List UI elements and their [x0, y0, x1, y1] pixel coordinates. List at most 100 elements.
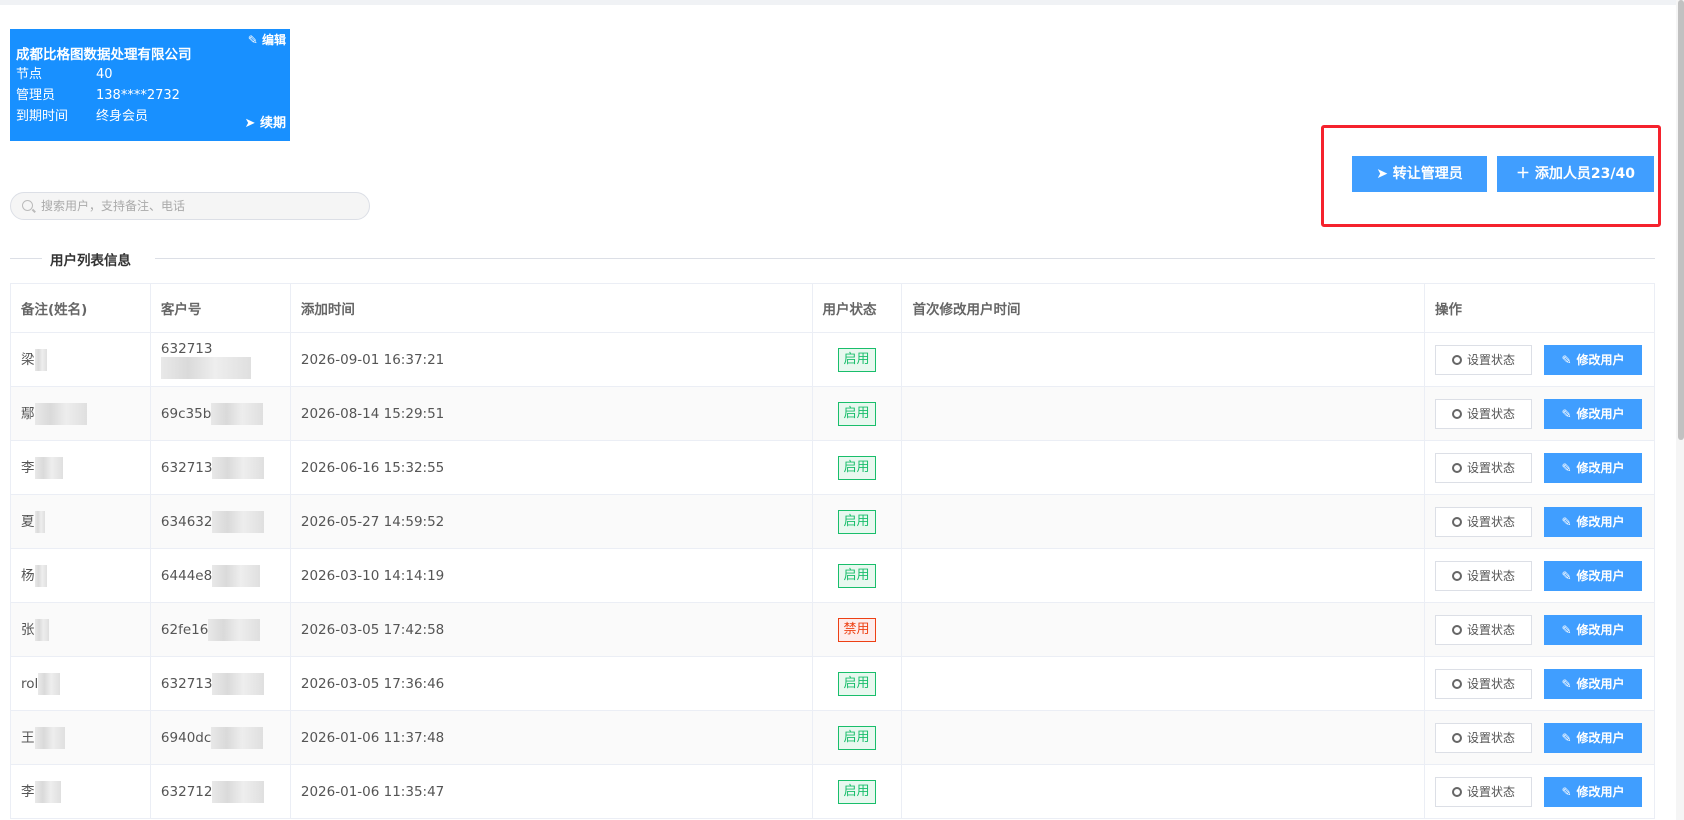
status-badge: 启用 [837, 455, 876, 480]
top-bar [0, 0, 1684, 5]
name-text: rol [21, 675, 39, 692]
cell-customer: 632713 [149, 440, 291, 495]
set-status-label: 设置状态 [1467, 730, 1516, 745]
cell-added-time: 2026-03-05 17:42:58 [289, 602, 813, 657]
cell-status: 启用 [811, 494, 903, 549]
edit-user-button[interactable]: ✎ 修改用户 [1544, 560, 1643, 591]
add-member-label: 添加人员23/40 [1534, 166, 1635, 182]
header-customer: 客户号 [149, 283, 291, 333]
redaction-mask [34, 565, 47, 587]
cell-status: 启用 [811, 386, 903, 441]
cell-actions: 设置状态 ✎ 修改用户 [1424, 332, 1655, 387]
expire-value: 终身会员 [96, 109, 149, 124]
name-text: 李 [21, 784, 35, 800]
cell-actions: 设置状态 ✎ 修改用户 [1424, 710, 1655, 765]
expire-row: 到期时间 终身会员 [16, 107, 148, 127]
cell-first-modified [901, 494, 1426, 549]
set-status-label: 设置状态 [1467, 514, 1516, 529]
cell-name: 夏 [10, 494, 151, 549]
search-icon [22, 200, 33, 211]
cell-status: 启用 [811, 764, 903, 819]
set-status-button[interactable]: 设置状态 [1435, 614, 1533, 645]
admin-row: 管理员 138****2732 [16, 86, 180, 106]
redaction-mask [211, 726, 264, 749]
cell-customer: 632712 [149, 764, 291, 819]
cell-customer: 69c35b [149, 386, 291, 441]
set-status-button[interactable]: 设置状态 [1435, 776, 1533, 807]
pencil-icon: ✎ [1561, 676, 1572, 691]
redaction-mask [38, 672, 61, 695]
gear-icon [1452, 786, 1463, 797]
cell-actions: 设置状态 ✎ 修改用户 [1424, 602, 1655, 657]
redaction-mask [160, 356, 251, 379]
customer-text: 62fe16 [160, 621, 209, 638]
redaction-mask [212, 456, 265, 479]
cell-first-modified [901, 710, 1426, 765]
search-input[interactable]: 搜索用户，支持备注、电话 [10, 192, 370, 220]
cell-actions: 设置状态 ✎ 修改用户 [1424, 656, 1655, 711]
edit-user-button[interactable]: ✎ 修改用户 [1544, 452, 1643, 483]
set-status-button[interactable]: 设置状态 [1435, 668, 1533, 699]
pencil-icon: ✎ [1561, 460, 1572, 475]
pencil-icon: ✎ [1561, 784, 1572, 799]
cell-name: 杨 [10, 548, 151, 603]
cell-name: 李 [10, 764, 151, 819]
set-status-label: 设置状态 [1467, 568, 1516, 583]
pencil-icon: ✎ [247, 33, 258, 47]
set-status-button[interactable]: 设置状态 [1435, 398, 1533, 429]
gear-icon [1452, 408, 1463, 419]
section-divider-left [10, 258, 42, 259]
edit-user-button[interactable]: ✎ 修改用户 [1544, 776, 1643, 807]
customer-text: 634632 [160, 513, 213, 530]
set-status-button[interactable]: 设置状态 [1435, 452, 1533, 483]
cell-name: 李 [10, 440, 151, 495]
cell-first-modified [901, 764, 1426, 819]
cell-first-modified [901, 656, 1426, 711]
edit-user-button[interactable]: ✎ 修改用户 [1544, 668, 1643, 699]
cell-first-modified [901, 440, 1426, 495]
scrollbar-thumb[interactable] [1678, 0, 1684, 440]
gear-icon [1452, 732, 1463, 743]
edit-user-button[interactable]: ✎ 修改用户 [1544, 506, 1643, 537]
edit-user-button[interactable]: ✎ 修改用户 [1544, 344, 1643, 375]
renew-link[interactable]: ➤ 续期 [245, 112, 286, 131]
table-row: 鄢 69c35b 2026-08-14 15:29:51 启用 设置状态 ✎ 修改用户 [10, 386, 1655, 441]
redaction-mask [208, 618, 261, 641]
edit-user-button[interactable]: ✎ 修改用户 [1544, 614, 1643, 645]
set-status-label: 设置状态 [1467, 406, 1516, 421]
edit-company-link[interactable]: ✎ 编辑 [248, 31, 286, 48]
table-row: rol 632713 2026-03-05 17:36:46 启用 设置状态 ✎ 修改用户 [10, 656, 1655, 711]
edit-user-button[interactable]: ✎ 修改用户 [1544, 398, 1643, 429]
set-status-button[interactable]: 设置状态 [1435, 506, 1533, 537]
cell-customer: 632713 [149, 656, 291, 711]
edit-user-button[interactable]: ✎ 修改用户 [1544, 722, 1643, 753]
name-text: 鄢 [21, 406, 35, 422]
cell-added-time: 2026-03-10 14:14:19 [289, 548, 813, 603]
edit-user-label: 修改用户 [1576, 460, 1625, 475]
plus-icon: ＋ [1516, 166, 1531, 182]
nodes-label: 节点 [16, 67, 43, 82]
status-badge: 启用 [837, 779, 876, 804]
send-icon: ➤ [244, 116, 256, 131]
cell-added-time: 2026-08-14 15:29:51 [289, 386, 813, 441]
pencil-icon: ✎ [1561, 730, 1572, 745]
section-divider-right [155, 258, 1655, 259]
set-status-button[interactable]: 设置状态 [1435, 560, 1533, 591]
nodes-value: 40 [96, 67, 113, 82]
status-badge: 启用 [837, 509, 876, 534]
cell-name: 王 [10, 710, 151, 765]
cell-status: 启用 [811, 656, 903, 711]
set-status-button[interactable]: 设置状态 [1435, 344, 1533, 375]
add-member-button[interactable]: ＋ 添加人员23/40 [1497, 156, 1654, 192]
cell-status: 启用 [811, 440, 903, 495]
cell-added-time: 2026-03-05 17:36:46 [289, 656, 813, 711]
gear-icon [1452, 570, 1463, 581]
gear-icon [1452, 624, 1463, 635]
edit-user-label: 修改用户 [1576, 622, 1625, 637]
table-row: 夏 634632 2026-05-27 14:59:52 启用 设置状态 ✎ 修改用户 [10, 494, 1655, 549]
set-status-button[interactable]: 设置状态 [1435, 722, 1533, 753]
redaction-mask [212, 510, 265, 533]
redaction-mask [211, 402, 264, 425]
transfer-admin-button[interactable]: ➤ 转让管理员 [1352, 156, 1487, 192]
cell-added-time: 2026-09-01 16:37:21 [289, 332, 813, 387]
